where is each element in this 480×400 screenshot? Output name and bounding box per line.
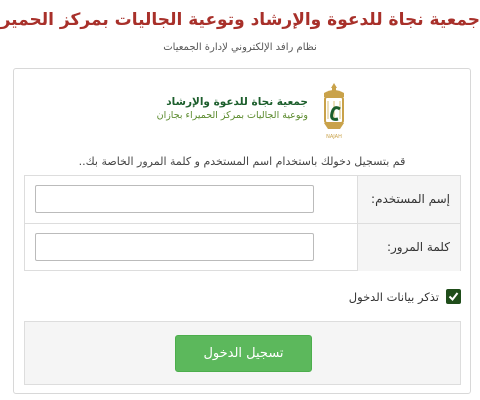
emblem-caption: NAJAH [326, 134, 342, 140]
password-row: كلمة المرور: [25, 224, 460, 271]
remember-me-label[interactable]: تذكر بيانات الدخول [349, 290, 439, 304]
username-input[interactable] [35, 185, 314, 213]
login-panel: NAJAH جمعية نجاة للدعوة والإرشاد وتوعية … [13, 68, 471, 394]
login-form-table: إسم المستخدم: كلمة المرور: [24, 175, 461, 271]
association-logo: NAJAH جمعية نجاة للدعوة والإرشاد وتوعية … [154, 81, 354, 141]
remember-me: تذكر بيانات الدخول [349, 289, 461, 304]
logo-line-2: وتوعية الجاليات بمركز الحميراء بجازان [156, 110, 308, 121]
lantern-emblem-icon: NAJAH [324, 83, 344, 140]
logo-text: جمعية نجاة للدعوة والإرشاد وتوعية الجالي… [118, 95, 308, 123]
logo-line-1: جمعية نجاة للدعوة والإرشاد [166, 96, 308, 108]
password-label: كلمة المرور: [357, 224, 460, 271]
page-title: جمعية نجاة للدعوة والإرشاد وتوعية الجالي… [0, 10, 480, 30]
password-input[interactable] [35, 233, 314, 261]
form-actions: تسجيل الدخول [24, 321, 461, 385]
username-label: إسم المستخدم: [357, 176, 460, 223]
login-instructions: قم بتسجيل دخولك باستخدام اسم المستخدم و … [78, 155, 406, 168]
login-button[interactable]: تسجيل الدخول [175, 335, 312, 372]
page-subtitle: نظام رافد الإلكتروني لإدارة الجمعيات [163, 42, 317, 53]
checkmark-icon [448, 292, 459, 302]
remember-me-checkbox[interactable] [446, 289, 461, 304]
username-row: إسم المستخدم: [25, 176, 460, 224]
